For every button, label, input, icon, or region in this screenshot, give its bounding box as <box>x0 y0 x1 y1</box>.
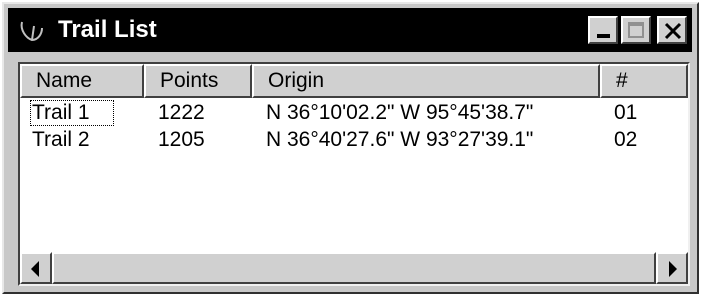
cell-points: 1205 <box>158 128 205 151</box>
trail-list-view[interactable]: Name Points Origin # Trail 1 1222 N 36°1… <box>18 62 690 286</box>
minimize-button[interactable] <box>588 16 618 44</box>
cell-name: Trail 2 <box>32 128 90 151</box>
scrollbar-thumb[interactable] <box>52 252 656 284</box>
column-header-name[interactable]: Name <box>20 64 144 98</box>
close-icon <box>664 22 682 40</box>
window-title: Trail List <box>58 16 157 43</box>
list-row-trail-2[interactable]: Trail 2 1205 N 36°40'27.6" W 93°27'39.1"… <box>20 127 688 155</box>
list-header: Name Points Origin # <box>20 64 688 98</box>
cell-points: 1222 <box>158 101 205 124</box>
cell-origin: N 36°10'02.2" W 95°45'38.7" <box>266 101 534 124</box>
maximize-button[interactable] <box>621 16 651 44</box>
scroll-left-button[interactable] <box>20 252 52 284</box>
cell-name: Trail 1 <box>32 101 90 124</box>
list-row-trail-1[interactable]: Trail 1 1222 N 36°10'02.2" W 95°45'38.7"… <box>20 100 688 128</box>
title-bar[interactable]: Trail List <box>8 8 692 52</box>
column-header-number[interactable]: # <box>600 64 688 98</box>
cell-number: 01 <box>614 101 638 124</box>
minimize-icon <box>597 34 610 38</box>
scroll-left-arrow-icon <box>31 261 39 277</box>
close-button[interactable] <box>657 16 687 44</box>
column-header-origin[interactable]: Origin <box>252 64 600 98</box>
cell-number: 02 <box>614 128 638 151</box>
horizontal-scrollbar[interactable] <box>20 252 688 284</box>
scroll-right-button[interactable] <box>656 252 688 284</box>
column-header-points[interactable]: Points <box>144 64 252 98</box>
trail-list-window: Trail List Name Points Origin # Trail 1 … <box>2 2 699 294</box>
maximize-icon <box>628 22 644 38</box>
trail-path-icon <box>20 21 43 42</box>
scroll-right-arrow-icon <box>669 261 677 277</box>
cell-origin: N 36°40'27.6" W 93°27'39.1" <box>266 128 534 151</box>
